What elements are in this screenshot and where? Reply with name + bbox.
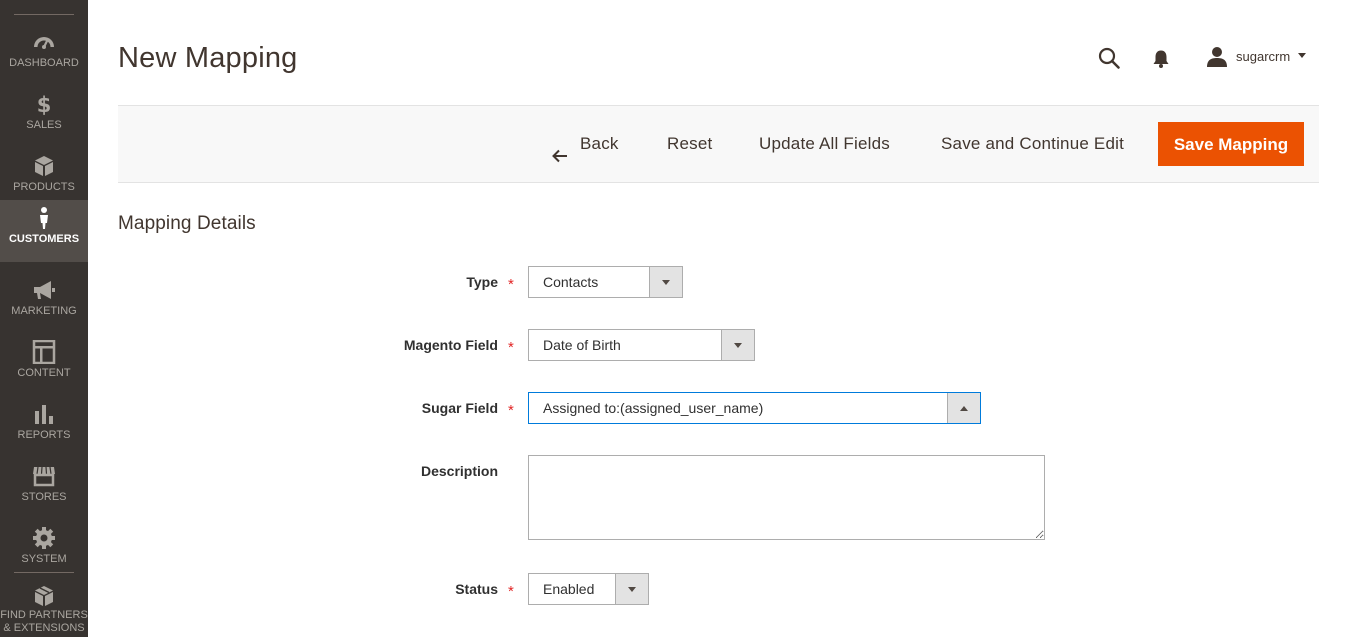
description-textarea[interactable] [528,455,1045,540]
sugar-field-label: Sugar Field [421,400,498,416]
sugar-field-select-value: Assigned to:(assigned_user_name) [543,400,764,416]
storefront-icon [32,464,56,488]
sidebar-item-dashboard[interactable]: DASHBOARD [0,24,88,86]
required-indicator: * [508,583,514,600]
sidebar-item-label: STORES [21,491,67,503]
back-button[interactable]: Back [552,122,619,166]
svg-text:$: $ [37,93,52,116]
required-indicator: * [508,276,514,293]
sidebar-item-content[interactable]: CONTENT [0,334,88,396]
sidebar-item-label: SALES [26,119,62,131]
sidebar-item-label-line2: & EXTENSIONS [3,622,85,634]
dollar-icon: $ [32,92,56,116]
dashboard-icon [32,30,56,54]
arrow-left-icon [552,136,568,162]
sidebar-item-label: DASHBOARD [9,57,79,69]
bell-icon[interactable] [1152,49,1170,69]
magento-field-label: Magento Field [403,337,498,353]
sidebar-item-label: CUSTOMERS [8,233,80,245]
dropdown-arrow-icon [615,574,648,604]
layout-icon [32,340,56,364]
section-title: Mapping Details [118,213,256,234]
save-mapping-button[interactable]: Save Mapping [1158,122,1304,166]
sidebar-item-label: REPORTS [17,429,71,441]
status-label: Status [455,581,498,597]
chevron-down-icon [1298,53,1306,58]
reset-button[interactable]: Reset [667,122,712,166]
search-icon[interactable] [1098,47,1120,69]
sugar-field-select[interactable]: Assigned to:(assigned_user_name) [528,392,981,424]
save-and-continue-button[interactable]: Save and Continue Edit [941,122,1124,166]
sidebar-item-reports[interactable]: REPORTS [0,396,88,458]
magento-field-select[interactable]: Date of Birth [528,329,755,361]
page-actions-bar: Back Reset Update All Fields Save and Co… [118,105,1319,183]
sidebar-item-stores[interactable]: STORES [0,458,88,520]
required-indicator: * [508,402,514,419]
username: sugarcrm [1236,49,1291,64]
person-icon [32,206,56,230]
sidebar-item-label: MARKETING [11,305,77,317]
gear-icon [32,526,56,550]
dropdown-arrow-icon [721,330,754,360]
sidebar-divider-top [14,14,74,15]
status-select[interactable]: Enabled [528,573,649,605]
page-title: New Mapping [118,42,298,74]
sidebar-item-label: PRODUCTS [13,181,75,193]
user-icon [1206,46,1228,68]
bar-chart-icon [32,402,56,426]
sidebar-divider-bottom [14,572,74,573]
sidebar-item-label-line1: FIND PARTNERS [0,609,88,621]
status-select-value: Enabled [543,581,595,597]
admin-sidebar: DASHBOARD $ SALES PRODUCTS CUSTOMERS MAR… [0,0,88,637]
megaphone-icon [32,278,56,302]
sidebar-item-find-partners[interactable]: FIND PARTNERS & EXTENSIONS [0,582,88,637]
type-label: Type [466,274,498,290]
back-button-label: Back [580,134,619,153]
type-select-value: Contacts [543,274,599,290]
description-label: Description [420,463,498,479]
update-all-fields-button[interactable]: Update All Fields [759,122,890,166]
magento-field-select-value: Date of Birth [543,337,621,353]
type-select[interactable]: Contacts [528,266,683,298]
box-icon [32,154,56,178]
sidebar-item-label: CONTENT [17,367,71,379]
sidebar-item-customers[interactable]: CUSTOMERS [0,200,88,262]
sidebar-item-marketing[interactable]: MARKETING [0,272,88,334]
sidebar-item-label: SYSTEM [21,553,67,565]
sidebar-item-sales[interactable]: $ SALES [0,86,88,148]
required-indicator: * [508,339,514,356]
dropdown-arrow-icon [649,267,682,297]
dropdown-arrow-up-icon [947,393,980,423]
extension-box-icon [32,584,56,608]
